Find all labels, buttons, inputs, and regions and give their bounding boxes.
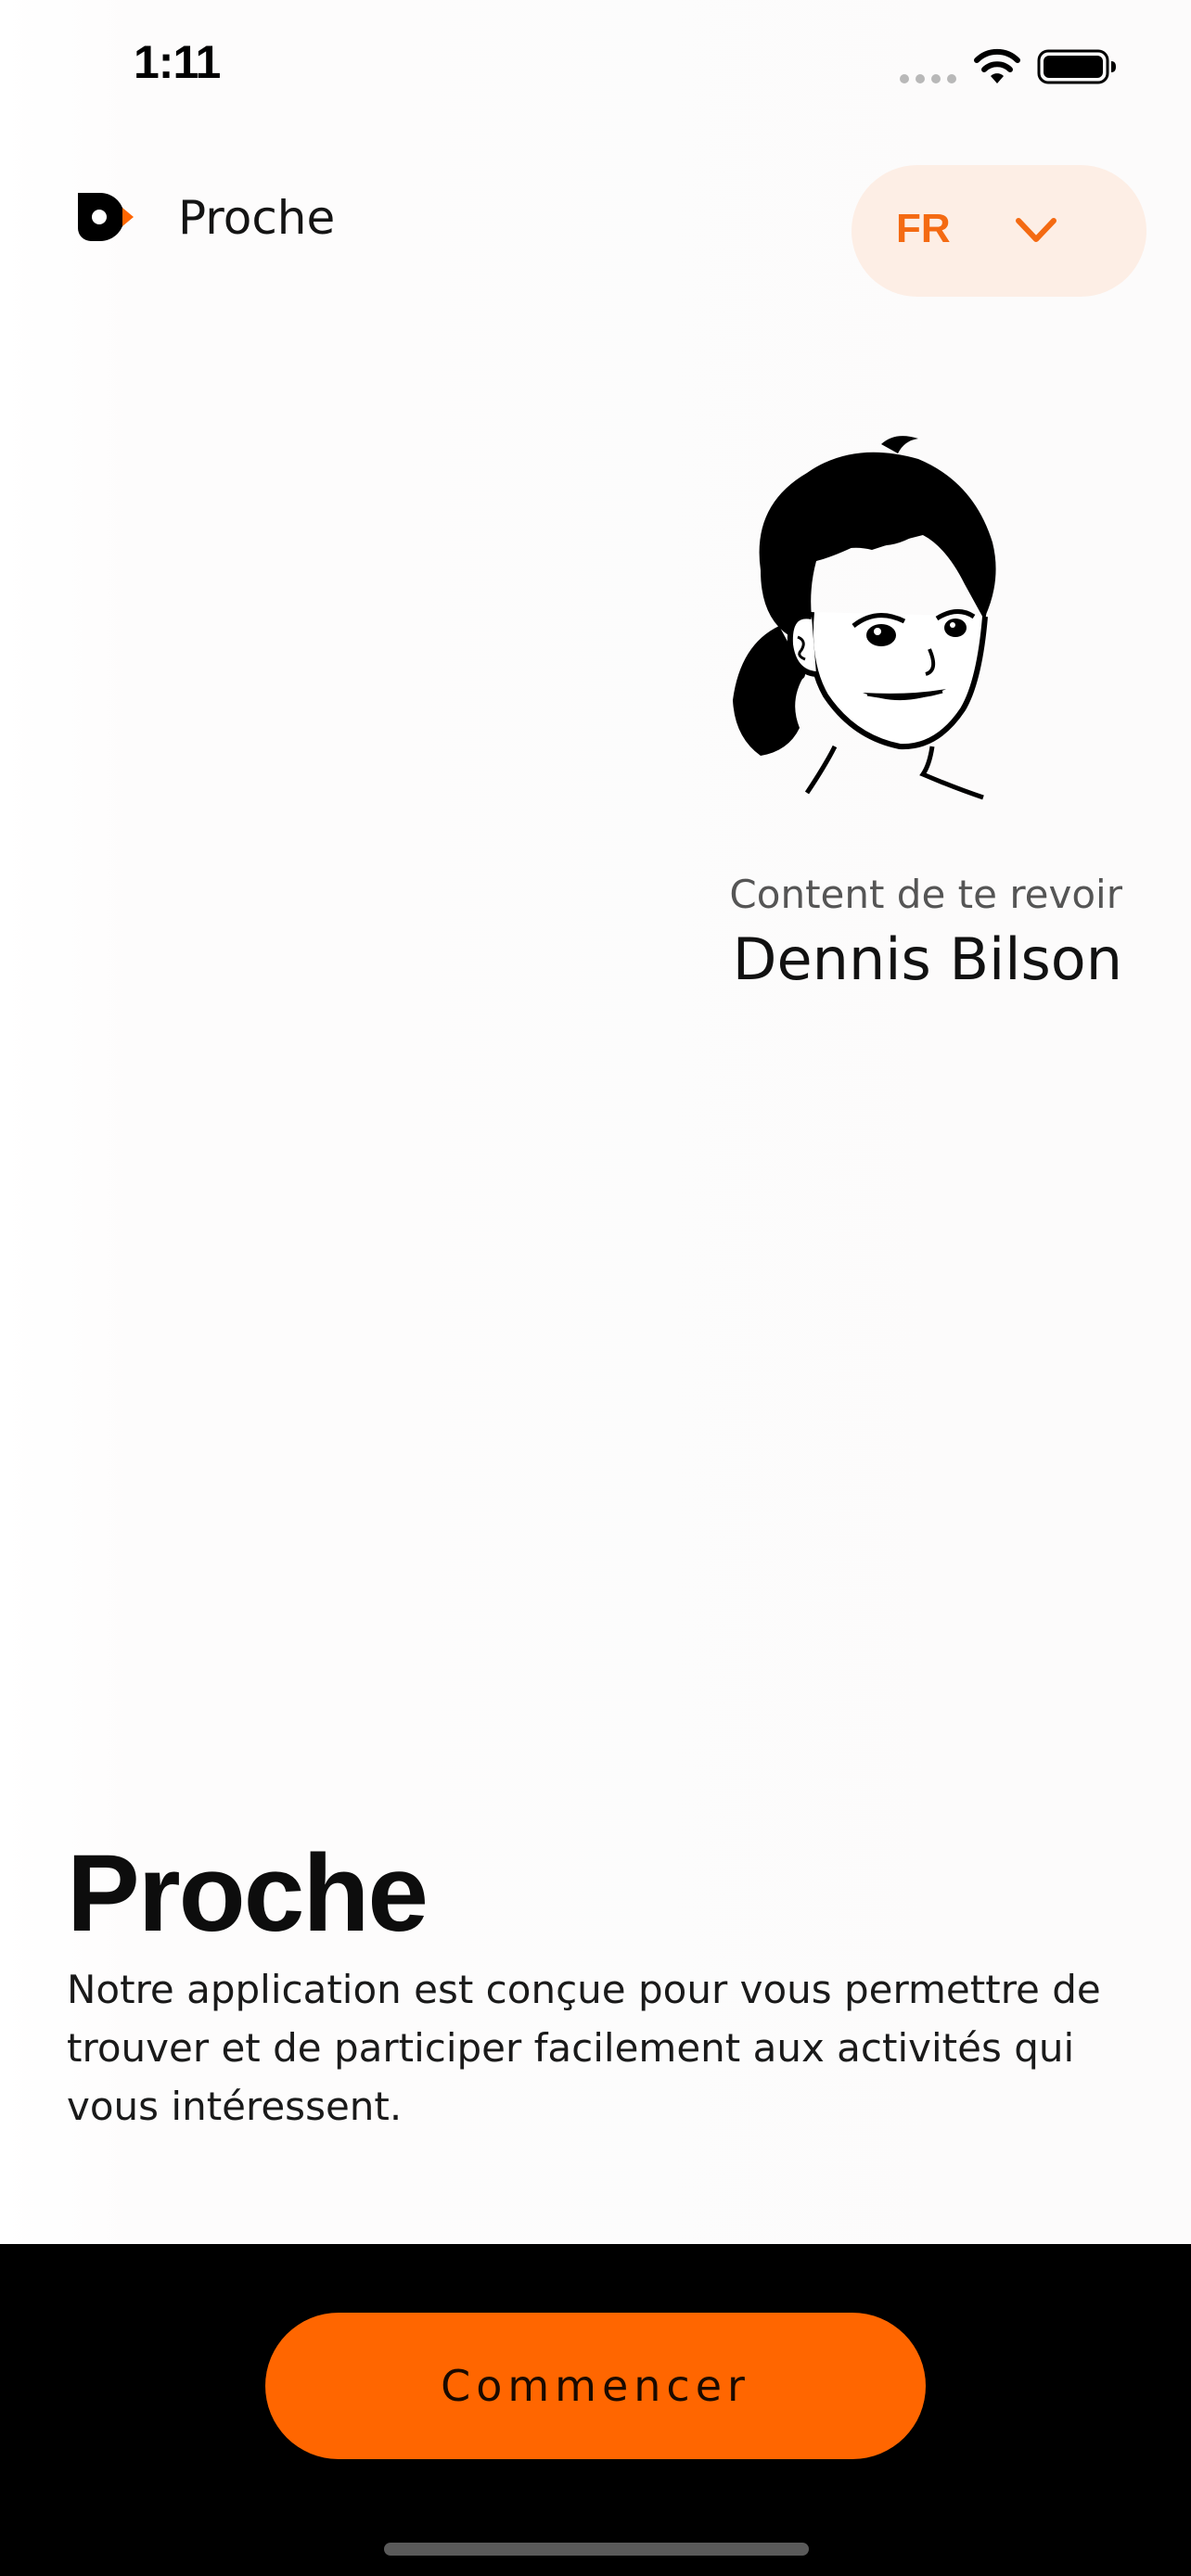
hero-description: Notre application est conçue pour vous p… <box>67 1967 1101 2129</box>
chevron-down-icon <box>1016 218 1057 242</box>
proche-logo-icon <box>78 193 134 241</box>
greeting-text: Content de te revoir <box>729 872 1122 917</box>
start-button[interactable]: Commencer <box>265 2313 926 2459</box>
status-time: 1:11 <box>134 36 221 88</box>
cellular-signal-icon <box>900 74 957 83</box>
app-name: Proche <box>178 191 336 245</box>
language-label: FR <box>896 206 951 251</box>
user-avatar-illustration <box>733 436 996 800</box>
welcome-screen: 1:11 Proche FR Content de te revoir Denn… <box>0 0 1191 2576</box>
hero-title: Proche <box>67 1832 429 1955</box>
battery-icon <box>1037 49 1116 84</box>
bottom-bar: Commencer <box>0 2244 1191 2576</box>
language-selector[interactable]: FR <box>852 165 1146 297</box>
home-indicator[interactable] <box>384 2543 809 2556</box>
status-bar: 1:11 <box>0 0 1191 139</box>
user-name: Dennis Bilson <box>732 925 1122 993</box>
wifi-icon <box>974 48 1020 83</box>
